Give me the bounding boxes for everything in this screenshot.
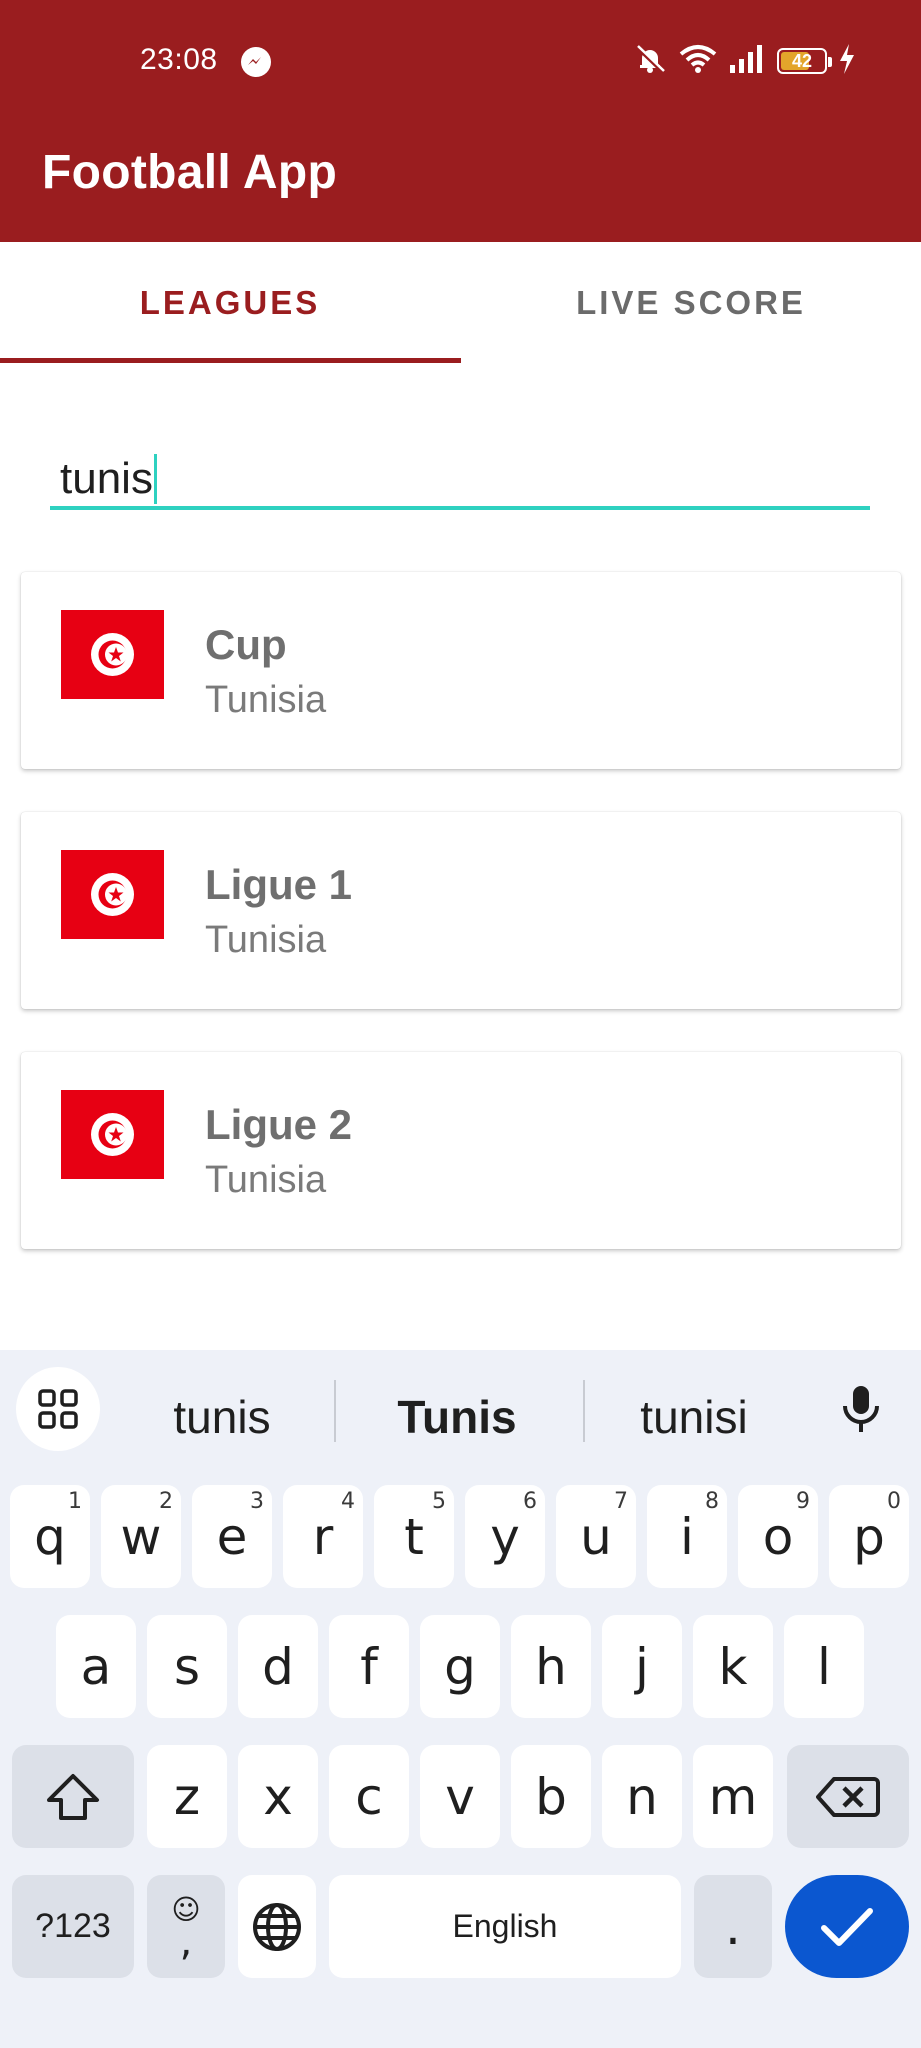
key-w[interactable]: w2: [101, 1485, 181, 1588]
key-k[interactable]: k: [693, 1615, 773, 1718]
suggestion[interactable]: tunisi: [594, 1390, 794, 1444]
league-name: Ligue 2: [205, 1101, 353, 1148]
suggestion[interactable]: tunis: [122, 1390, 322, 1444]
messenger-icon: [241, 47, 271, 77]
search-underline: [50, 506, 870, 510]
suggestion-divider: [583, 1380, 585, 1442]
key-g[interactable]: g: [420, 1615, 500, 1718]
key-u[interactable]: u7: [556, 1485, 636, 1588]
key-c[interactable]: c: [329, 1745, 409, 1848]
key-n[interactable]: n: [602, 1745, 682, 1848]
apps-grid-icon[interactable]: [16, 1367, 100, 1451]
key-t[interactable]: t5: [374, 1485, 454, 1588]
suggestion[interactable]: Tunis: [357, 1390, 557, 1444]
on-screen-keyboard: tunis Tunis tunisi q1 w2 e3 r4 t5 y6 u7 …: [0, 1350, 921, 2048]
battery-level: 42: [791, 51, 813, 71]
space-key[interactable]: English: [329, 1875, 681, 1978]
signal-icon: [729, 44, 765, 78]
tunisia-flag-icon: [61, 1090, 164, 1179]
key-r[interactable]: r4: [283, 1485, 363, 1588]
key-p[interactable]: p0: [829, 1485, 909, 1588]
league-card[interactable]: Ligue 1 Tunisia: [21, 812, 901, 1009]
battery-icon: 42: [777, 48, 832, 74]
globe-icon: [253, 1902, 301, 1951]
period-key[interactable]: .: [694, 1875, 772, 1978]
enter-key[interactable]: [785, 1875, 909, 1978]
key-o[interactable]: o9: [738, 1485, 818, 1588]
key-a[interactable]: a: [56, 1615, 136, 1718]
key-y[interactable]: y6: [465, 1485, 545, 1588]
tab-live-score[interactable]: LIVE SCORE: [461, 242, 921, 364]
key-q[interactable]: q1: [10, 1485, 90, 1588]
charging-icon: [839, 43, 855, 79]
league-country: Tunisia: [205, 679, 327, 721]
league-country: Tunisia: [205, 1159, 327, 1201]
key-z[interactable]: z: [147, 1745, 227, 1848]
microphone-icon[interactable]: [836, 1384, 886, 1439]
key-b[interactable]: b: [511, 1745, 591, 1848]
text-cursor: [153, 454, 157, 505]
key-d[interactable]: d: [238, 1615, 318, 1718]
tab-leagues[interactable]: LEAGUES: [0, 242, 460, 364]
checkmark-icon: [821, 1907, 873, 1946]
key-h[interactable]: h: [511, 1615, 591, 1718]
app-title: Football App: [42, 146, 338, 199]
symbols-key[interactable]: ?123: [12, 1875, 134, 1978]
mute-icon: [633, 44, 667, 79]
emoji-comma-key[interactable]: ☺ ,: [147, 1875, 225, 1978]
wifi-icon: [679, 44, 717, 79]
backspace-key[interactable]: [787, 1745, 909, 1848]
league-card[interactable]: Ligue 2 Tunisia: [21, 1052, 901, 1249]
tab-bar: LEAGUES LIVE SCORE: [0, 242, 921, 364]
language-key[interactable]: [238, 1875, 316, 1978]
tab-selected-indicator: [0, 358, 461, 363]
key-x[interactable]: x: [238, 1745, 318, 1848]
tunisia-flag-icon: [61, 850, 164, 939]
app-bar: 23:08 42 Football App: [0, 0, 921, 242]
status-icons: 42: [633, 43, 855, 79]
league-name: Ligue 1: [205, 861, 353, 908]
search-value: tunis: [60, 454, 153, 503]
key-i[interactable]: i8: [647, 1485, 727, 1588]
key-l[interactable]: l: [784, 1615, 864, 1718]
key-v[interactable]: v: [420, 1745, 500, 1848]
backspace-icon: [816, 1776, 880, 1817]
league-country: Tunisia: [205, 919, 327, 961]
tunisia-flag-icon: [61, 610, 164, 699]
key-m[interactable]: m: [693, 1745, 773, 1848]
key-f[interactable]: f: [329, 1615, 409, 1718]
status-time: 23:08: [140, 43, 218, 76]
key-s[interactable]: s: [147, 1615, 227, 1718]
suggestion-divider: [334, 1380, 336, 1442]
search-input[interactable]: tunis: [50, 440, 870, 510]
shift-key[interactable]: [12, 1745, 134, 1848]
key-e[interactable]: e3: [192, 1485, 272, 1588]
league-card[interactable]: Cup Tunisia: [21, 572, 901, 769]
key-j[interactable]: j: [602, 1615, 682, 1718]
shift-icon: [47, 1773, 99, 1820]
league-name: Cup: [205, 621, 287, 668]
